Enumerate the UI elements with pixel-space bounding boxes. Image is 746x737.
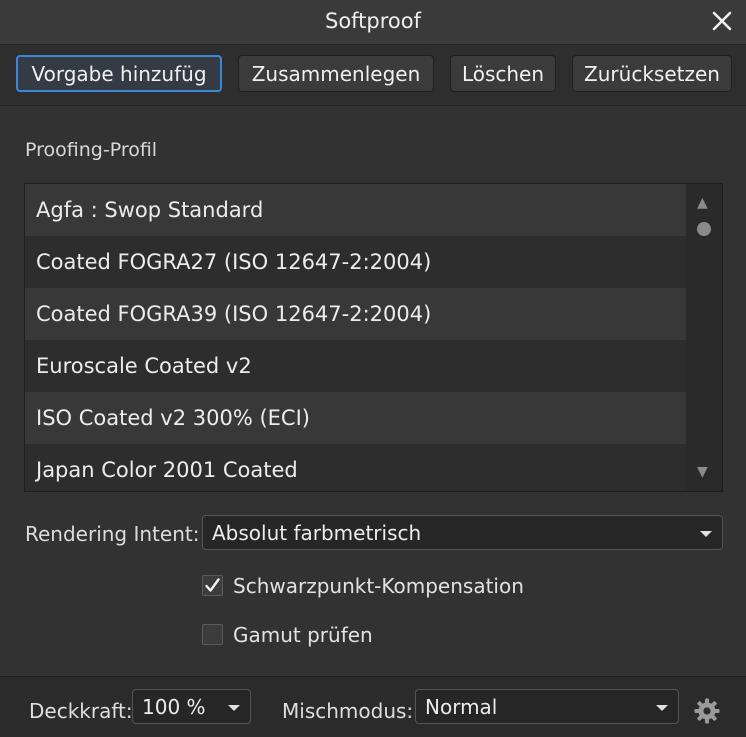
list-item[interactable]: Japan Color 2001 Coated	[25, 444, 686, 491]
checkmark-icon	[205, 578, 220, 592]
list-item[interactable]: Euroscale Coated v2	[25, 340, 686, 392]
scroll-up-arrow-icon[interactable]: ▲	[697, 196, 711, 210]
black-point-label: Schwarzpunkt-Kompensation	[233, 574, 524, 598]
delete-button[interactable]: Löschen	[450, 55, 556, 92]
gear-icon[interactable]	[693, 697, 721, 725]
layer-footer: Deckkraft: 100 % Mischmodus: Normal	[0, 676, 746, 737]
list-item[interactable]: Agfa : Swop Standard	[25, 184, 686, 236]
proofing-profile-label: Proofing-Profil	[25, 139, 158, 161]
chevron-down-icon	[700, 531, 712, 537]
proofing-profile-list[interactable]: Agfa : Swop Standard Coated FOGRA27 (ISO…	[24, 183, 723, 492]
list-scrollbar[interactable]: ▲ ▼	[686, 184, 722, 491]
merge-button[interactable]: Zusammenlegen	[238, 55, 434, 92]
gamut-label: Gamut prüfen	[233, 623, 373, 647]
gamut-checkbox[interactable]	[202, 624, 223, 645]
rendering-intent-value: Absolut farbmetrisch	[212, 521, 422, 545]
title-bar: Softproof	[0, 0, 746, 45]
opacity-label: Deckkraft:	[29, 699, 133, 723]
chevron-down-icon	[228, 705, 240, 711]
black-point-checkbox[interactable]	[202, 575, 223, 596]
scroll-down-arrow-icon[interactable]: ▼	[697, 465, 711, 479]
rendering-intent-label: Rendering Intent:	[25, 522, 200, 546]
close-icon[interactable]	[706, 5, 738, 37]
blend-mode-value: Normal	[425, 695, 498, 719]
list-item[interactable]: Coated FOGRA27 (ISO 12647-2:2004)	[25, 236, 686, 288]
preset-toolbar: Vorgabe hinzufüg Zusammenlegen Löschen Z…	[0, 45, 746, 106]
chevron-down-icon	[656, 705, 668, 711]
window-title: Softproof	[324, 9, 422, 33]
opacity-select[interactable]: 100 %	[132, 689, 251, 724]
blend-mode-label: Mischmodus:	[282, 699, 414, 723]
blend-mode-select[interactable]: Normal	[415, 689, 679, 724]
reset-button[interactable]: Zurücksetzen	[572, 55, 732, 92]
scrollbar-thumb[interactable]	[697, 222, 711, 236]
list-item[interactable]: ISO Coated v2 300% (ECI)	[25, 392, 686, 444]
rendering-intent-select[interactable]: Absolut farbmetrisch	[202, 515, 723, 550]
opacity-value: 100 %	[142, 695, 206, 719]
add-preset-button[interactable]: Vorgabe hinzufüg	[16, 55, 222, 92]
list-item[interactable]: Coated FOGRA39 (ISO 12647-2:2004)	[25, 288, 686, 340]
